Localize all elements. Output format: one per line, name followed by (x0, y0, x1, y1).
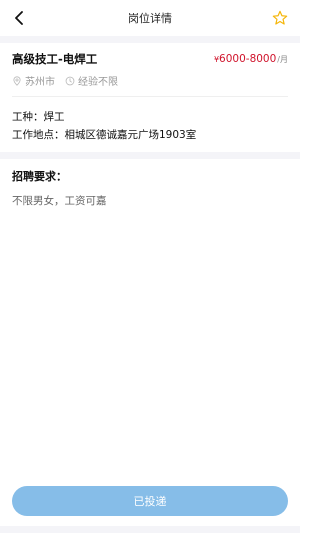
location-item: 苏州市 (12, 73, 55, 88)
requirements-title: 招聘要求： (12, 170, 67, 183)
bottom-strip (0, 526, 300, 533)
favorite-button[interactable] (270, 8, 290, 28)
salary: ¥ 6000 - 8000 /月 (214, 53, 288, 65)
salary-unit: /月 (277, 55, 288, 64)
location-pin-icon (13, 75, 21, 86)
experience-text: 经验不限 (78, 77, 118, 88)
job-type-label: 工种： (12, 111, 44, 123)
salary-max: 8000 (249, 53, 277, 65)
section-separator (0, 152, 300, 159)
requirements-text: 不限男女，工资可嘉 (12, 195, 107, 207)
star-icon (272, 10, 288, 25)
salary-min: 6000 (219, 53, 246, 65)
back-button[interactable] (10, 8, 30, 28)
work-address-line: 工作地点：相城区德诚嘉元广场1903室 (12, 127, 196, 142)
job-summary-card: 高级技工-电焊工 ¥ 6000 - 8000 /月 苏州市 经验不限 工种：焊工… (0, 43, 300, 152)
divider (12, 96, 288, 97)
job-type-line: 工种：焊工 (12, 109, 65, 124)
clock-icon (65, 76, 75, 85)
location-text: 苏州市 (25, 77, 55, 88)
section-separator (0, 36, 300, 43)
work-address-value: 相城区德诚嘉元广场1903室 (64, 129, 197, 141)
job-title: 高级技工-电焊工 (12, 52, 98, 66)
nav-bar: 岗位详情 (0, 0, 300, 36)
applied-button[interactable]: 已投递 (12, 486, 288, 516)
back-arrow-icon (15, 11, 23, 25)
work-address-label: 工作地点： (12, 129, 65, 141)
job-meta: 苏州市 经验不限 (12, 73, 128, 88)
job-type-value: 焊工 (43, 111, 65, 123)
experience-item: 经验不限 (65, 73, 118, 88)
page-title: 岗位详情 (128, 12, 172, 25)
